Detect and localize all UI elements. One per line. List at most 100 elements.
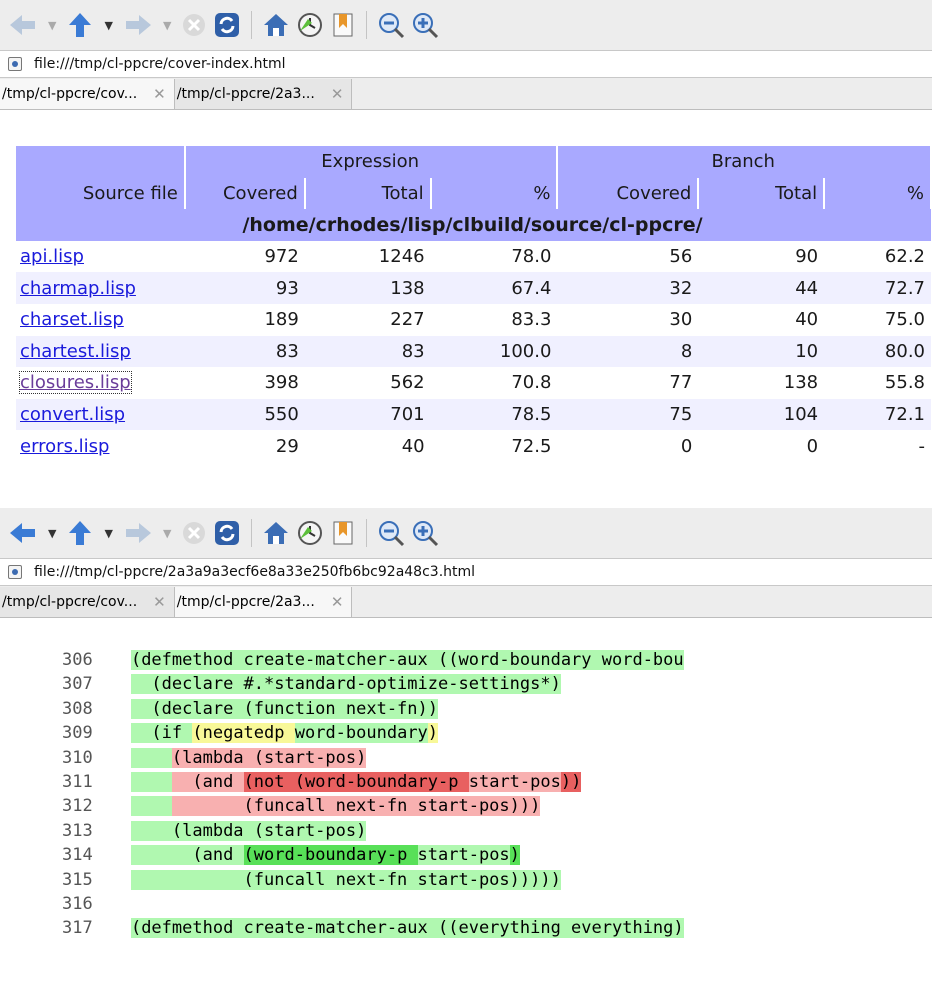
expression-percent: 100.0: [430, 335, 558, 368]
zoom-in-button[interactable]: [411, 11, 439, 39]
zoom-out-button[interactable]: [377, 519, 405, 547]
source-file-link[interactable]: chartest.lisp: [20, 341, 131, 362]
back-button[interactable]: [8, 520, 38, 546]
tab-bar: /tmp/cl-ppcre/cov... ✕ /tmp/cl-ppcre/2a3…: [0, 586, 932, 618]
url-bar[interactable]: file:///tmp/cl-ppcre/cover-index.html: [0, 50, 932, 78]
source-file-link[interactable]: errors.lisp: [20, 436, 109, 457]
up-dropdown-icon[interactable]: ▼: [104, 527, 112, 540]
home-button[interactable]: [262, 519, 290, 547]
back-button[interactable]: [8, 12, 38, 38]
reload-button[interactable]: [213, 519, 241, 547]
history-button[interactable]: [296, 11, 324, 39]
tab-cover-index[interactable]: /tmp/cl-ppcre/cov... ✕: [0, 79, 175, 109]
url-text[interactable]: file:///tmp/cl-ppcre/2a3a9a3ecf6e8a33e25…: [34, 564, 475, 580]
reload-button[interactable]: [213, 11, 241, 39]
toolbar-separator: [366, 11, 368, 39]
coverage-segment: (not (word-boundary-p: [243, 771, 469, 792]
up-button[interactable]: [66, 11, 94, 39]
zoom-in-button[interactable]: [411, 519, 439, 547]
branch-covered: 32: [557, 272, 699, 304]
branch-percent: -: [918, 435, 926, 457]
coverage-segment: start-pos: [417, 845, 510, 866]
branch-covered: 0: [680, 435, 693, 457]
source-file-link[interactable]: charset.lisp: [20, 309, 124, 330]
up-dropdown-icon[interactable]: ▼: [104, 19, 112, 32]
branch-percent: 55.8: [884, 372, 925, 394]
expression-total: 40: [401, 435, 425, 457]
branch-total: 44: [698, 272, 825, 304]
source-file-link[interactable]: api.lisp: [20, 246, 84, 267]
expression-covered: 29: [275, 435, 299, 457]
branch-covered: 30: [669, 309, 693, 331]
forward-dropdown-icon[interactable]: ▼: [163, 19, 171, 32]
code-line: 316: [0, 892, 932, 916]
back-dropdown-icon[interactable]: ▼: [48, 527, 56, 540]
stop-button[interactable]: [181, 12, 207, 38]
tab-label: /tmp/cl-ppcre/2a3...: [176, 594, 315, 610]
zoom-out-button[interactable]: [377, 11, 405, 39]
source-file-link[interactable]: closures.lisp: [19, 371, 132, 395]
back-icon: [10, 15, 35, 35]
branch-covered: 77: [669, 372, 693, 394]
up-button[interactable]: [66, 519, 94, 547]
code-text: (funcall next-fn start-pos))): [90, 794, 541, 818]
tab-source-file[interactable]: /tmp/cl-ppcre/2a3... ✕: [174, 79, 353, 109]
code-line-partial: 305: [0, 638, 932, 648]
expression-total: 562: [390, 372, 425, 394]
close-tab-icon[interactable]: ✕: [153, 85, 166, 103]
stop-button[interactable]: [181, 520, 207, 546]
bookmark-icon: [333, 13, 353, 37]
column-header: %: [824, 177, 932, 210]
forward-button[interactable]: [123, 12, 153, 38]
bookmark-button[interactable]: [330, 11, 356, 39]
history-button[interactable]: [296, 519, 324, 547]
expression-percent: 70.8: [511, 372, 552, 394]
coverage-segment: (negatedp: [192, 723, 295, 744]
column-header: Covered: [184, 177, 306, 210]
source-file-link[interactable]: charmap.lisp: [20, 278, 136, 299]
coverage-segment: (if: [130, 723, 193, 744]
code-text: (lambda (start-pos): [90, 819, 367, 843]
branch-covered: 75: [557, 398, 699, 431]
column-header: %: [430, 177, 559, 210]
branch-percent: 72.1: [824, 398, 931, 431]
expression-covered: 93: [184, 272, 305, 304]
history-icon: [298, 13, 323, 37]
forward-button[interactable]: [123, 520, 153, 546]
branch-covered: 8: [557, 335, 699, 368]
line-number: 316: [62, 893, 93, 914]
group-header-expression: Expression: [184, 146, 559, 178]
forward-dropdown-icon[interactable]: ▼: [163, 527, 171, 540]
tab-source-file[interactable]: /tmp/cl-ppcre/2a3... ✕: [174, 587, 353, 617]
table-row: closures.lisp 398 562 70.8 77 138 55.8: [16, 367, 931, 399]
coverage-segment: (and: [130, 845, 244, 866]
home-icon: [264, 14, 289, 36]
column-header: Total: [698, 177, 826, 210]
code-line: 315 (funcall next-fn start-pos))))): [0, 868, 932, 892]
code-line: 313 (lambda (start-pos): [0, 819, 932, 843]
url-bar[interactable]: file:///tmp/cl-ppcre/2a3a9a3ecf6e8a33e25…: [0, 558, 932, 586]
code-line: 307 (declare #.*standard-optimize-settin…: [0, 672, 932, 696]
up-icon: [69, 13, 92, 37]
coverage-segment: (and: [171, 771, 244, 792]
close-tab-icon[interactable]: ✕: [331, 85, 344, 103]
back-dropdown-icon[interactable]: ▼: [48, 19, 56, 32]
annotated-source-view: 305 306 (defmethod create-matcher-aux ((…: [0, 638, 932, 941]
bookmark-button[interactable]: [330, 519, 356, 547]
expression-total: 1246: [378, 246, 425, 268]
close-tab-icon[interactable]: ✕: [153, 593, 166, 611]
home-button[interactable]: [262, 11, 290, 39]
code-text: (declare #.*standard-optimize-settings*): [90, 672, 561, 696]
url-text[interactable]: file:///tmp/cl-ppcre/cover-index.html: [34, 56, 286, 72]
source-file-link[interactable]: convert.lisp: [20, 404, 125, 425]
forward-icon: [125, 523, 151, 543]
stop-icon: [183, 14, 206, 36]
tab-bar: /tmp/cl-ppcre/cov... ✕ /tmp/cl-ppcre/2a3…: [0, 78, 932, 110]
coverage-segment: (declare #.*standard-optimize-settings*): [130, 674, 561, 695]
code-text: (funcall next-fn start-pos))))): [90, 868, 561, 892]
tab-cover-index[interactable]: /tmp/cl-ppcre/cov... ✕: [0, 587, 175, 617]
close-tab-icon[interactable]: ✕: [331, 593, 344, 611]
